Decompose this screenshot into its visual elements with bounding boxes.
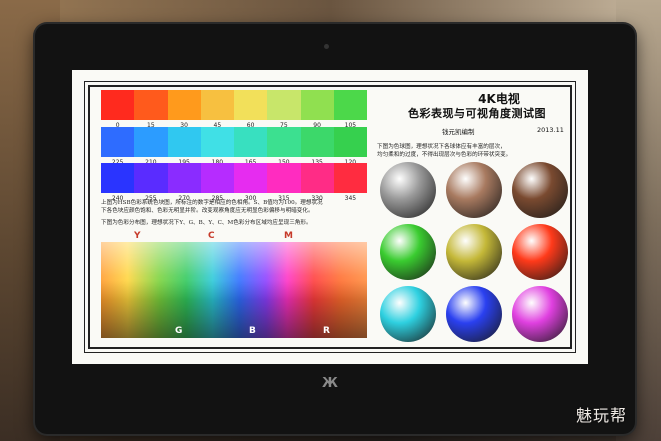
map-letter-c: C [208,231,215,241]
hue-swatch [267,90,301,120]
map-letter-m: M [284,231,293,241]
author-label: 钱元凯编制 [442,128,475,136]
color-ball-brown [512,162,568,218]
hue-swatch [134,90,168,120]
hue-swatch [333,163,367,193]
map-caption: 下图为色彩分布图，理想状况下Y、G、B、Y、C、M色彩分布区域均应呈现三角形。 [101,220,312,226]
hue-swatch [200,90,234,120]
hue-swatch [234,90,268,120]
hue-swatch [234,127,268,157]
camera-icon [324,44,329,49]
hue-swatch [101,163,135,193]
bezel-logo-icon: Ж [322,376,338,391]
hue-caption-line2: 下各色块应颜色饱和、色彩无明显并阶。改变观察角度应无明显色彩偏移与明暗变化。 [101,207,314,214]
hue-swatch [267,163,301,193]
hue-swatch [234,163,268,193]
hue-caption: 上图为HSB色彩系统色块图，所标注的数字是相应的色相角。S、B值均为100。理想… [101,200,371,215]
hue-swatch [134,127,168,157]
map-letter-y: Y [134,231,141,241]
hue-caption-line1: 上图为HSB色彩系统色块图，所标注的数字是相应的色相角。S、B值均为100。理想… [101,200,323,206]
hue-swatch [333,90,367,120]
hue-swatch [101,90,135,120]
hue-swatch [333,127,367,157]
hue-swatch [300,163,334,193]
map-letter-b: B [249,326,256,336]
color-ball-magenta [512,286,568,342]
hue-swatch [167,127,201,157]
color-distribution-map: Y C M G B R [101,231,367,338]
hue-swatch [200,127,234,157]
ball-caption-line2: 均匀柔和的过度，不得出现层次与色彩的环带状突变。 [377,151,512,158]
hue-swatch [200,163,234,193]
hue-swatch [167,90,201,120]
date-label: 2013.11 [537,126,564,134]
color-ball-olive [446,224,502,280]
watermark-text: 魅玩帮 [576,406,628,425]
title-test-chart: 色彩表现与可视角度测试图 [408,107,546,120]
hue-swatch [300,90,334,120]
map-letter-r: R [323,326,330,336]
hue-swatch [134,163,168,193]
color-ball-blue [446,286,502,342]
hue-strip-row3 [101,163,367,193]
color-ball-cyan [380,286,436,342]
hue-strip-row1 [101,90,367,120]
hue-swatch [300,127,334,157]
hue-swatch [267,127,301,157]
color-ball-gray [380,162,436,218]
color-ball-green [380,224,436,280]
color-ball-red [512,224,568,280]
ball-caption-line1: 下图为色球图，理想状况下各球体应有丰富的层次， [377,144,506,150]
ball-caption: 下图为色球图，理想状况下各球体应有丰富的层次， 均匀柔和的过度，不得出现层次与色… [377,144,577,159]
map-letter-g: G [175,326,183,336]
tablet-screen: 0153045607590105 22521019518016515013512… [72,70,588,364]
hue-strip-row2 [101,127,367,157]
color-ball-tan [446,162,502,218]
hue-swatch [101,127,135,157]
hue-swatch [167,163,201,193]
